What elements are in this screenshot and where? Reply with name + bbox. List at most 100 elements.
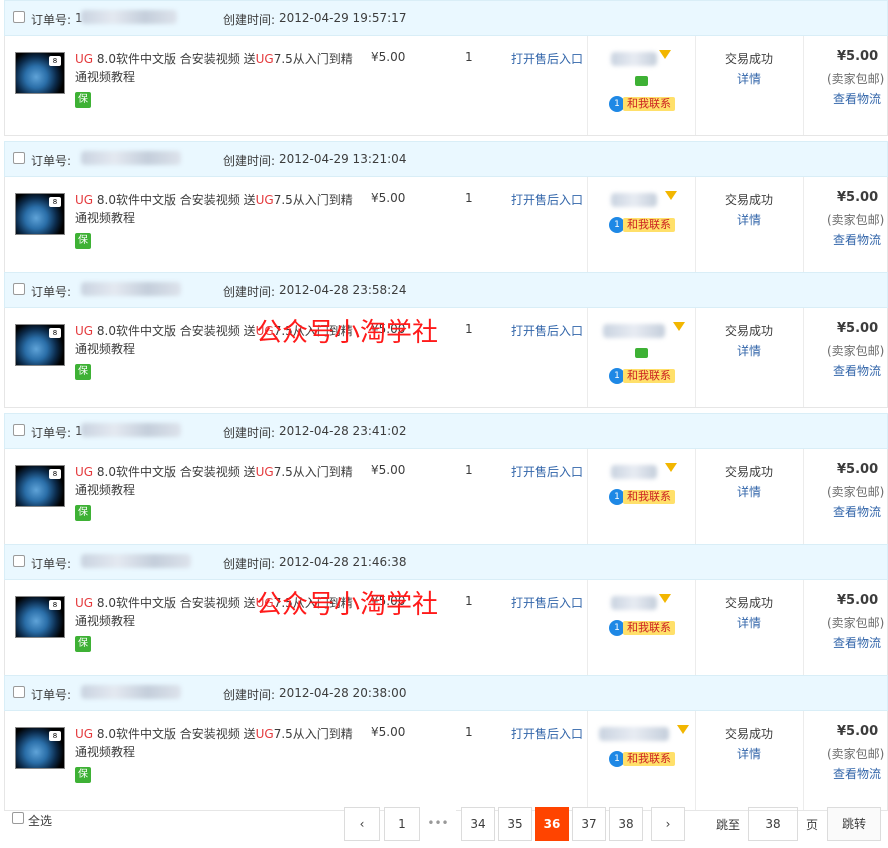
aftersale-link[interactable]: 打开售后入口 bbox=[511, 50, 583, 67]
jump-page-input[interactable]: 38 bbox=[748, 807, 798, 841]
contact-label: 和我联系 bbox=[623, 218, 675, 232]
product-thumbnail[interactable]: 8 bbox=[15, 324, 65, 366]
product-title-link[interactable]: UG 8.0软件中文版 合安装视频 送UG7.5从入门到精通视频教程 bbox=[75, 50, 355, 86]
product-thumbnail[interactable]: 8 bbox=[15, 52, 65, 94]
product-thumbnail[interactable]: 8 bbox=[15, 465, 65, 507]
message-icon[interactable] bbox=[635, 348, 648, 358]
filter-icon[interactable] bbox=[659, 594, 671, 603]
filter-icon[interactable] bbox=[665, 463, 677, 472]
order-item: 订单号: 创建时间: 2012-04-29 13:21:04 8 UG 8.0软… bbox=[4, 141, 888, 277]
order-number-label: 订单号: bbox=[31, 285, 72, 299]
view-logistics-link[interactable]: 查看物流 bbox=[833, 362, 881, 379]
seller-name-redacted[interactable] bbox=[611, 193, 657, 207]
seller-name-redacted[interactable] bbox=[599, 727, 669, 741]
product-title-link[interactable]: UG 8.0软件中文版 合安装视频 送UG7.5从入门到精通视频教程 bbox=[75, 463, 355, 499]
page-button[interactable]: 37 bbox=[572, 807, 606, 841]
detail-link[interactable]: 详情 bbox=[737, 483, 761, 500]
detail-link[interactable]: 详情 bbox=[737, 614, 761, 631]
aftersale-link[interactable]: 打开售后入口 bbox=[511, 191, 583, 208]
product-title-link[interactable]: UG 8.0软件中文版 合安装视频 送UG7.5从入门到精通视频教程 bbox=[75, 191, 355, 227]
column-divider bbox=[695, 449, 696, 548]
view-logistics-link[interactable]: 查看物流 bbox=[833, 765, 881, 782]
created-time: 2012-04-28 20:38:00 bbox=[279, 686, 407, 700]
product-thumbnail[interactable]: 8 bbox=[15, 596, 65, 638]
service-guarantee-icon[interactable]: 保 bbox=[75, 92, 91, 108]
view-logistics-link[interactable]: 查看物流 bbox=[833, 634, 881, 651]
detail-link[interactable]: 详情 bbox=[737, 342, 761, 359]
product-thumbnail[interactable]: 8 bbox=[15, 727, 65, 769]
select-all-label[interactable]: 全选 bbox=[28, 812, 52, 829]
order-total: ¥5.00 bbox=[837, 462, 879, 477]
service-guarantee-icon[interactable]: 保 bbox=[75, 233, 91, 249]
order-header: 订单号: 创建时间: 2012-04-28 20:38:00 bbox=[4, 675, 888, 711]
aftersale-link[interactable]: 打开售后入口 bbox=[511, 322, 583, 339]
order-checkbox[interactable] bbox=[13, 11, 25, 23]
view-logistics-link[interactable]: 查看物流 bbox=[833, 90, 881, 107]
order-checkbox[interactable] bbox=[13, 152, 25, 164]
detail-link[interactable]: 详情 bbox=[737, 745, 761, 762]
filter-icon[interactable] bbox=[677, 725, 689, 734]
title-part: 8.0软件中文版 合安装视频 送 bbox=[93, 52, 256, 66]
order-checkbox[interactable] bbox=[13, 555, 25, 567]
aftersale-link[interactable]: 打开售后入口 bbox=[511, 594, 583, 611]
order-checkbox[interactable] bbox=[13, 424, 25, 436]
seller-name-redacted[interactable] bbox=[611, 52, 657, 66]
view-logistics-link[interactable]: 查看物流 bbox=[833, 231, 881, 248]
page-ellipsis: ••• bbox=[420, 807, 456, 841]
service-guarantee-icon[interactable]: 保 bbox=[75, 636, 91, 652]
thumbnail-badge: 8 bbox=[49, 328, 61, 338]
page-button[interactable]: 36 bbox=[535, 807, 569, 841]
prev-page-button[interactable]: ‹ bbox=[344, 807, 380, 841]
order-number-label: 订单号: bbox=[31, 557, 72, 571]
order-body: 8 UG 8.0软件中文版 合安装视频 送UG7.5从入门到精通视频教程 保 ¥… bbox=[4, 36, 888, 136]
order-number-label: 订单号: bbox=[31, 154, 72, 168]
detail-link[interactable]: 详情 bbox=[737, 70, 761, 87]
product-title-link[interactable]: UG 8.0软件中文版 合安装视频 送UG7.5从入门到精通视频教程 bbox=[75, 725, 355, 761]
filter-icon[interactable] bbox=[659, 50, 671, 59]
column-divider bbox=[803, 36, 804, 135]
order-checkbox[interactable] bbox=[13, 686, 25, 698]
detail-link[interactable]: 详情 bbox=[737, 211, 761, 228]
next-page-button[interactable]: › bbox=[651, 807, 685, 841]
order-body: 8 UG 8.0软件中文版 合安装视频 送UG7.5从入门到精通视频教程 保 ¥… bbox=[4, 308, 888, 408]
product-thumbnail[interactable]: 8 bbox=[15, 193, 65, 235]
column-divider bbox=[587, 711, 588, 810]
trade-status: 交易成功 bbox=[725, 465, 774, 479]
message-icon[interactable] bbox=[635, 76, 648, 86]
quantity: 1 bbox=[465, 594, 473, 608]
aftersale-link[interactable]: 打开售后入口 bbox=[511, 725, 583, 742]
jump-button[interactable]: 跳转 bbox=[827, 807, 881, 841]
order-number-redacted bbox=[81, 282, 181, 296]
aftersale-link[interactable]: 打开售后入口 bbox=[511, 463, 583, 480]
quantity: 1 bbox=[465, 322, 473, 336]
filter-icon[interactable] bbox=[665, 191, 677, 200]
column-divider bbox=[803, 580, 804, 679]
title-part: UG bbox=[255, 465, 274, 479]
shipping-note: (卖家包邮) bbox=[827, 616, 885, 630]
service-guarantee-icon[interactable]: 保 bbox=[75, 364, 91, 380]
thumbnail-badge: 8 bbox=[49, 469, 61, 479]
select-all-checkbox[interactable] bbox=[12, 812, 24, 824]
trade-status: 交易成功 bbox=[725, 727, 774, 741]
order-checkbox[interactable] bbox=[13, 283, 25, 295]
filter-icon[interactable] bbox=[673, 322, 685, 331]
page-button[interactable]: 38 bbox=[609, 807, 643, 841]
created-time-label: 创建时间: bbox=[223, 426, 276, 440]
service-guarantee-icon[interactable]: 保 bbox=[75, 505, 91, 521]
order-total: ¥5.00 bbox=[837, 724, 879, 739]
page-button[interactable]: 35 bbox=[498, 807, 532, 841]
column-divider bbox=[695, 308, 696, 407]
unit-price: ¥5.00 bbox=[371, 463, 406, 477]
seller-name-redacted[interactable] bbox=[611, 465, 657, 479]
page-button[interactable]: 34 bbox=[461, 807, 495, 841]
created-time: 2012-04-29 13:21:04 bbox=[279, 152, 407, 166]
view-logistics-link[interactable]: 查看物流 bbox=[833, 503, 881, 520]
title-part: UG bbox=[255, 193, 274, 207]
column-divider bbox=[587, 449, 588, 548]
seller-name-redacted[interactable] bbox=[611, 596, 657, 610]
page-button[interactable]: 1 bbox=[384, 807, 420, 841]
service-guarantee-icon[interactable]: 保 bbox=[75, 767, 91, 783]
page-unit-label: 页 bbox=[806, 818, 819, 832]
seller-name-redacted[interactable] bbox=[603, 324, 665, 338]
order-body: 8 UG 8.0软件中文版 合安装视频 送UG7.5从入门到精通视频教程 保 ¥… bbox=[4, 580, 888, 680]
